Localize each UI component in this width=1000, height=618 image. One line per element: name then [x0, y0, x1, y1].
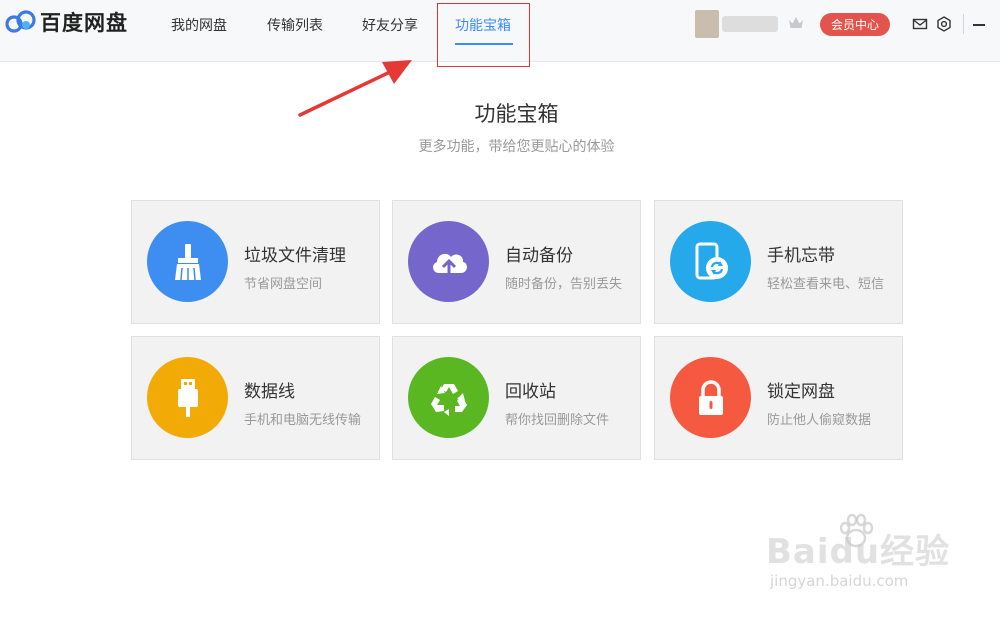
baidu-cloud-logo-icon: [5, 10, 36, 33]
crown-icon[interactable]: [787, 14, 805, 32]
page-title: 功能宝箱: [474, 102, 559, 126]
tab-friend-share[interactable]: 好友分享: [362, 15, 418, 35]
app-logo[interactable]: 百度网盘: [4, 8, 128, 36]
feature-title: 自动备份: [505, 246, 573, 266]
username-blurred[interactable]: [722, 16, 778, 32]
settings-icon[interactable]: [936, 16, 952, 32]
app-name: 百度网盘: [40, 11, 128, 35]
feature-desc: 随时备份，告别丢失: [505, 277, 623, 292]
top-bar: 百度网盘 我的网盘 传输列表 好友分享 功能宝箱 会员中心: [0, 0, 1000, 62]
vip-center-button[interactable]: 会员中心: [820, 13, 890, 36]
paw-icon: [839, 513, 874, 548]
broom-icon: [174, 243, 201, 280]
watermark-url: jingyan.baidu.com: [770, 572, 909, 590]
feature-icon-circle: [408, 357, 489, 438]
feature-card-junk-cleanup[interactable]: 垃圾文件清理 节省网盘空间: [131, 200, 380, 324]
recycle-icon: [430, 383, 467, 416]
feature-icon-circle: [670, 357, 751, 438]
baidu-jingyan-watermark: Baidu经验 jingyan.baidu.com: [766, 512, 966, 602]
feature-card-auto-backup[interactable]: 自动备份 随时备份，告别丢失: [392, 200, 641, 324]
feature-title: 数据线: [244, 382, 295, 402]
feature-title: 垃圾文件清理: [244, 246, 346, 266]
avatar[interactable]: [695, 10, 719, 38]
feature-icon-circle: [670, 221, 751, 302]
feature-card-lock-disk[interactable]: 锁定网盘 防止他人偷窥数据: [654, 336, 903, 460]
lock-icon: [698, 379, 723, 415]
tab-transfer-list[interactable]: 传输列表: [267, 15, 323, 35]
minimize-icon[interactable]: [973, 16, 987, 32]
feature-desc: 节省网盘空间: [244, 277, 323, 292]
active-tab-underline: [455, 43, 513, 45]
feature-desc: 手机和电脑无线传输: [244, 413, 362, 428]
phone-sync-icon: [695, 242, 728, 279]
usb-cable-icon: [177, 378, 198, 417]
feature-card-phone-forgotten[interactable]: 手机忘带 轻松查看来电、短信: [654, 200, 903, 324]
watermark-main-text: Baidu经验: [766, 532, 951, 572]
feature-icon-circle: [147, 357, 228, 438]
feature-title: 回收站: [505, 382, 556, 402]
feature-desc: 轻松查看来电、短信: [767, 277, 885, 292]
header-divider: [963, 14, 964, 34]
feature-title: 手机忘带: [767, 246, 835, 266]
feature-desc: 防止他人偷窥数据: [767, 413, 872, 428]
cloud-upload-icon: [432, 253, 467, 278]
feature-card-data-cable[interactable]: 数据线 手机和电脑无线传输: [131, 336, 380, 460]
feature-icon-circle: [147, 221, 228, 302]
feature-icon-circle: [408, 221, 489, 302]
tab-my-disk[interactable]: 我的网盘: [171, 15, 227, 35]
tab-toolbox[interactable]: 功能宝箱: [455, 15, 511, 35]
page-subtitle: 更多功能，带给您更贴心的体验: [418, 139, 615, 155]
feature-card-recycle-bin[interactable]: 回收站 帮你找回删除文件: [392, 336, 641, 460]
mail-icon[interactable]: [912, 16, 928, 32]
feature-desc: 帮你找回删除文件: [505, 413, 610, 428]
feature-title: 锁定网盘: [767, 382, 835, 402]
